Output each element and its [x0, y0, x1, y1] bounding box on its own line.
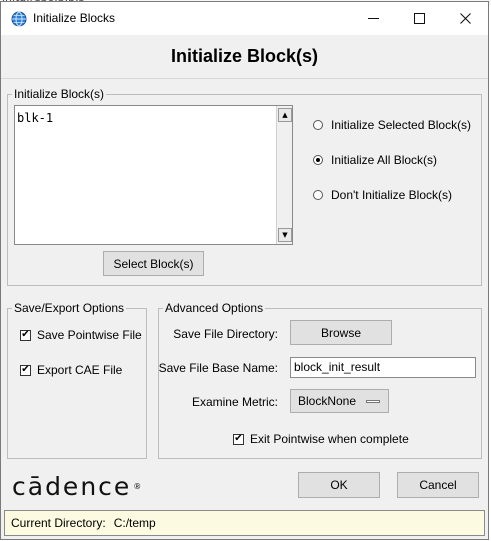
- examine-metric-label: Examine Metric:: [191, 395, 278, 409]
- listbox-scrollbar[interactable]: ▲ ▼: [276, 106, 292, 244]
- close-button[interactable]: [442, 2, 488, 35]
- header-title: Initialize Block(s): [170, 46, 319, 66]
- cancel-button[interactable]: Cancel: [397, 472, 479, 498]
- check-icon: ✔: [21, 329, 30, 340]
- exit-pointwise-label: Exit Pointwise when complete: [250, 432, 409, 446]
- minimize-button[interactable]: [350, 2, 396, 35]
- scroll-down-button[interactable]: ▼: [278, 228, 292, 242]
- save-directory-label: Save File Directory:: [173, 327, 278, 341]
- maximize-icon: [413, 13, 425, 24]
- window-title: Initialize Blocks: [33, 11, 116, 25]
- radio-label: Initialize All Block(s): [331, 153, 438, 167]
- logo-wordmark: cādence: [12, 472, 132, 501]
- export-cae-checkbox-row[interactable]: ✔ Export CAE File: [20, 363, 122, 377]
- current-directory-value: C:/temp: [113, 516, 156, 530]
- advanced-options-legend: Advanced Options: [165, 301, 264, 315]
- save-pointwise-label: Save Pointwise File: [37, 328, 142, 342]
- exit-pointwise-checkbox-row[interactable]: ✔ Exit Pointwise when complete: [233, 432, 409, 446]
- arrow-up-icon: ▲: [282, 110, 288, 119]
- save-export-legend: Save/Export Options: [14, 301, 125, 315]
- save-export-group: Save/Export Options: [7, 301, 147, 459]
- block-listbox[interactable]: blk-1 ▲ ▼: [14, 105, 293, 245]
- dialog-header: Initialize Block(s): [1, 35, 488, 79]
- radio-dont-initialize[interactable]: Don't Initialize Block(s): [313, 188, 452, 202]
- scroll-up-button[interactable]: ▲: [278, 108, 292, 122]
- maximize-button[interactable]: [396, 2, 442, 35]
- globe-icon: [11, 11, 27, 27]
- radio-indicator[interactable]: [313, 190, 323, 200]
- select-blocks-button[interactable]: Select Block(s): [103, 251, 204, 276]
- exit-pointwise-checkbox[interactable]: ✔: [233, 433, 244, 445]
- save-pointwise-checkbox[interactable]: ✔: [20, 329, 31, 341]
- save-pointwise-checkbox-row[interactable]: ✔ Save Pointwise File: [20, 328, 142, 342]
- check-icon: ✔: [21, 364, 30, 375]
- examine-metric-value: BlockNone: [298, 394, 357, 408]
- close-icon: [459, 13, 471, 24]
- export-cae-checkbox[interactable]: ✔: [20, 364, 31, 376]
- base-name-input[interactable]: block_init_result: [290, 357, 476, 378]
- initialize-blocks-legend: Initialize Block(s): [14, 87, 105, 101]
- base-name-label: Save File Base Name:: [158, 361, 278, 375]
- radio-label: Initialize Selected Block(s): [331, 118, 472, 132]
- dropdown-indicator-icon: [366, 400, 380, 403]
- radio-indicator[interactable]: [313, 120, 323, 130]
- registered-mark: ®: [133, 482, 142, 491]
- title-bar[interactable]: Initialize Blocks: [1, 2, 488, 35]
- minimize-icon: [367, 18, 379, 19]
- radio-label: Don't Initialize Block(s): [331, 188, 452, 202]
- status-bar: Current Directory: C:/temp: [4, 510, 485, 536]
- export-cae-label: Export CAE File: [37, 363, 123, 377]
- examine-metric-dropdown[interactable]: BlockNone: [290, 389, 389, 413]
- list-item[interactable]: blk-1: [17, 111, 53, 125]
- ok-button[interactable]: OK: [298, 472, 380, 498]
- arrow-down-icon: ▼: [282, 230, 288, 239]
- check-icon: ✔: [234, 433, 243, 444]
- current-directory-label: Current Directory:: [11, 516, 106, 530]
- radio-initialize-selected[interactable]: Initialize Selected Block(s): [313, 118, 471, 132]
- radio-initialize-all[interactable]: Initialize All Block(s): [313, 153, 437, 167]
- radio-indicator-selected[interactable]: [313, 155, 323, 165]
- cadence-logo: cādence ®: [12, 472, 141, 502]
- browse-button[interactable]: Browse: [290, 320, 392, 345]
